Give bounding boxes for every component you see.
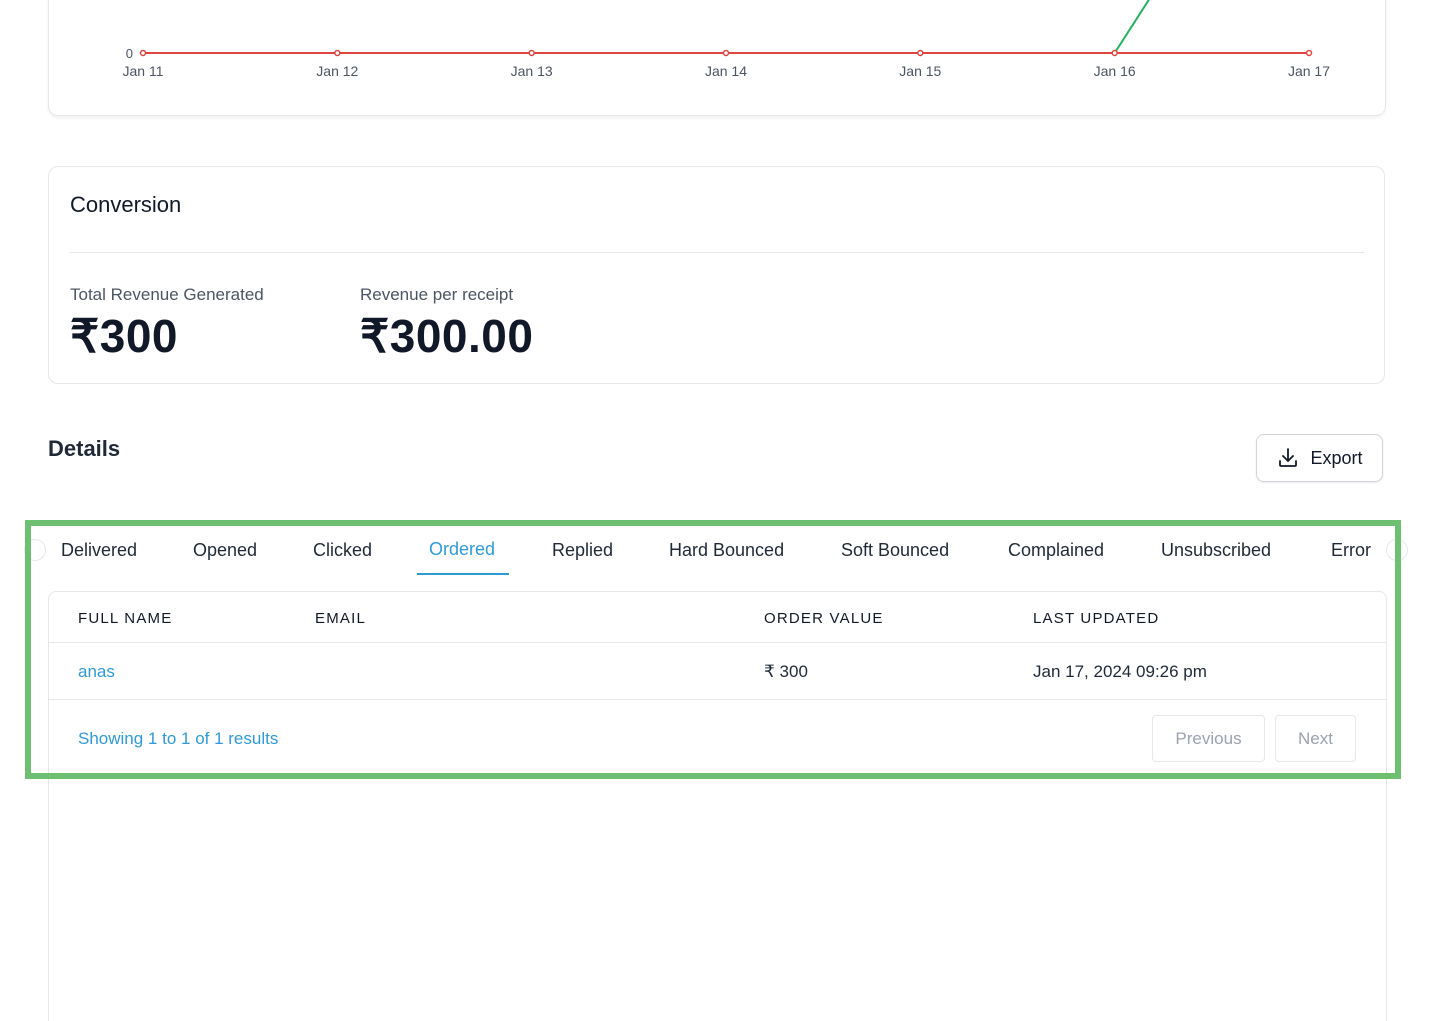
data-point[interactable] [917,49,924,57]
total-revenue-value: ₹300 [70,310,179,362]
x-tick-label: Jan 13 [511,63,553,79]
x-tick-label: Jan 15 [899,63,941,79]
conversion-card: Conversion Total Revenue Generated ₹300 … [48,166,1385,384]
row-full-name-link[interactable]: anas [78,662,115,682]
total-revenue-stat: Total Revenue Generated ₹300 [70,285,264,363]
scroll-left-icon[interactable] [24,539,46,561]
data-point[interactable] [528,49,535,57]
details-tabs: Delivered Opened Clicked Ordered Replied… [0,530,1431,576]
x-tick-label: Jan 16 [1094,63,1136,79]
active-tab-indicator [417,573,509,575]
export-button[interactable]: Export [1256,434,1383,482]
x-tick-label: Jan 12 [316,63,358,79]
divider [49,642,1386,643]
revenue-per-receipt-stat: Revenue per receipt ₹300.00 [360,285,533,363]
revenue-per-receipt-value: ₹300.00 [360,310,534,362]
tab-opened[interactable]: Opened [193,540,257,561]
data-point[interactable] [334,49,341,57]
scroll-right-icon[interactable] [1386,539,1408,561]
column-header-full-name[interactable]: FULL NAME [78,610,172,627]
tab-replied[interactable]: Replied [552,540,613,561]
data-point[interactable] [722,49,730,57]
data-point[interactable] [1111,49,1118,57]
tab-unsubscribed[interactable]: Unsubscribed [1161,540,1271,561]
x-tick-label: Jan 17 [1288,63,1330,79]
column-header-email[interactable]: EMAIL [315,610,366,627]
column-header-order-value[interactable]: ORDER VALUE [764,610,884,627]
column-header-last-updated[interactable]: LAST UPDATED [1033,610,1159,627]
row-last-updated: Jan 17, 2024 09:26 pm [1033,662,1207,681]
total-revenue-label: Total Revenue Generated [70,285,264,304]
tab-soft-bounced[interactable]: Soft Bounced [841,540,949,561]
divider [49,699,1386,700]
data-point[interactable] [1305,49,1313,57]
tab-hard-bounced[interactable]: Hard Bounced [669,540,784,561]
details-title: Details [48,436,121,461]
row-order-value: ₹ 300 [764,662,808,681]
pagination-summary: Showing 1 to 1 of 1 results [78,729,279,748]
previous-button[interactable]: Previous [1152,715,1265,762]
details-table: FULL NAME EMAIL ORDER VALUE LAST UPDATED… [48,591,1387,1021]
series-line-green [1113,0,1150,54]
x-tick-label: Jan 14 [705,63,747,79]
tab-complained[interactable]: Complained [1008,540,1104,561]
revenue-per-receipt-label: Revenue per receipt [360,285,514,304]
export-label: Export [1310,447,1363,468]
data-point[interactable] [139,49,147,57]
tab-clicked[interactable]: Clicked [313,540,372,561]
tab-delivered[interactable]: Delivered [61,540,137,561]
engagement-line-chart: 0 Jan 11 Jan 12 Jan 13 Jan 14 Jan 15 Jan 16 Jan… [123,0,1330,79]
y-tick-label: 0 [126,46,133,61]
conversion-title: Conversion [70,192,182,217]
x-tick-label: Jan 11 [123,63,164,79]
download-icon [1276,446,1300,470]
tab-error[interactable]: Error [1331,540,1371,561]
engagement-chart-card: 0 Jan 11 Jan 12 Jan 13 Jan 14 Jan 15 Jan 16 Jan… [48,0,1386,116]
divider [70,252,1364,253]
next-button[interactable]: Next [1275,715,1356,762]
tab-ordered[interactable]: Ordered [429,539,495,560]
